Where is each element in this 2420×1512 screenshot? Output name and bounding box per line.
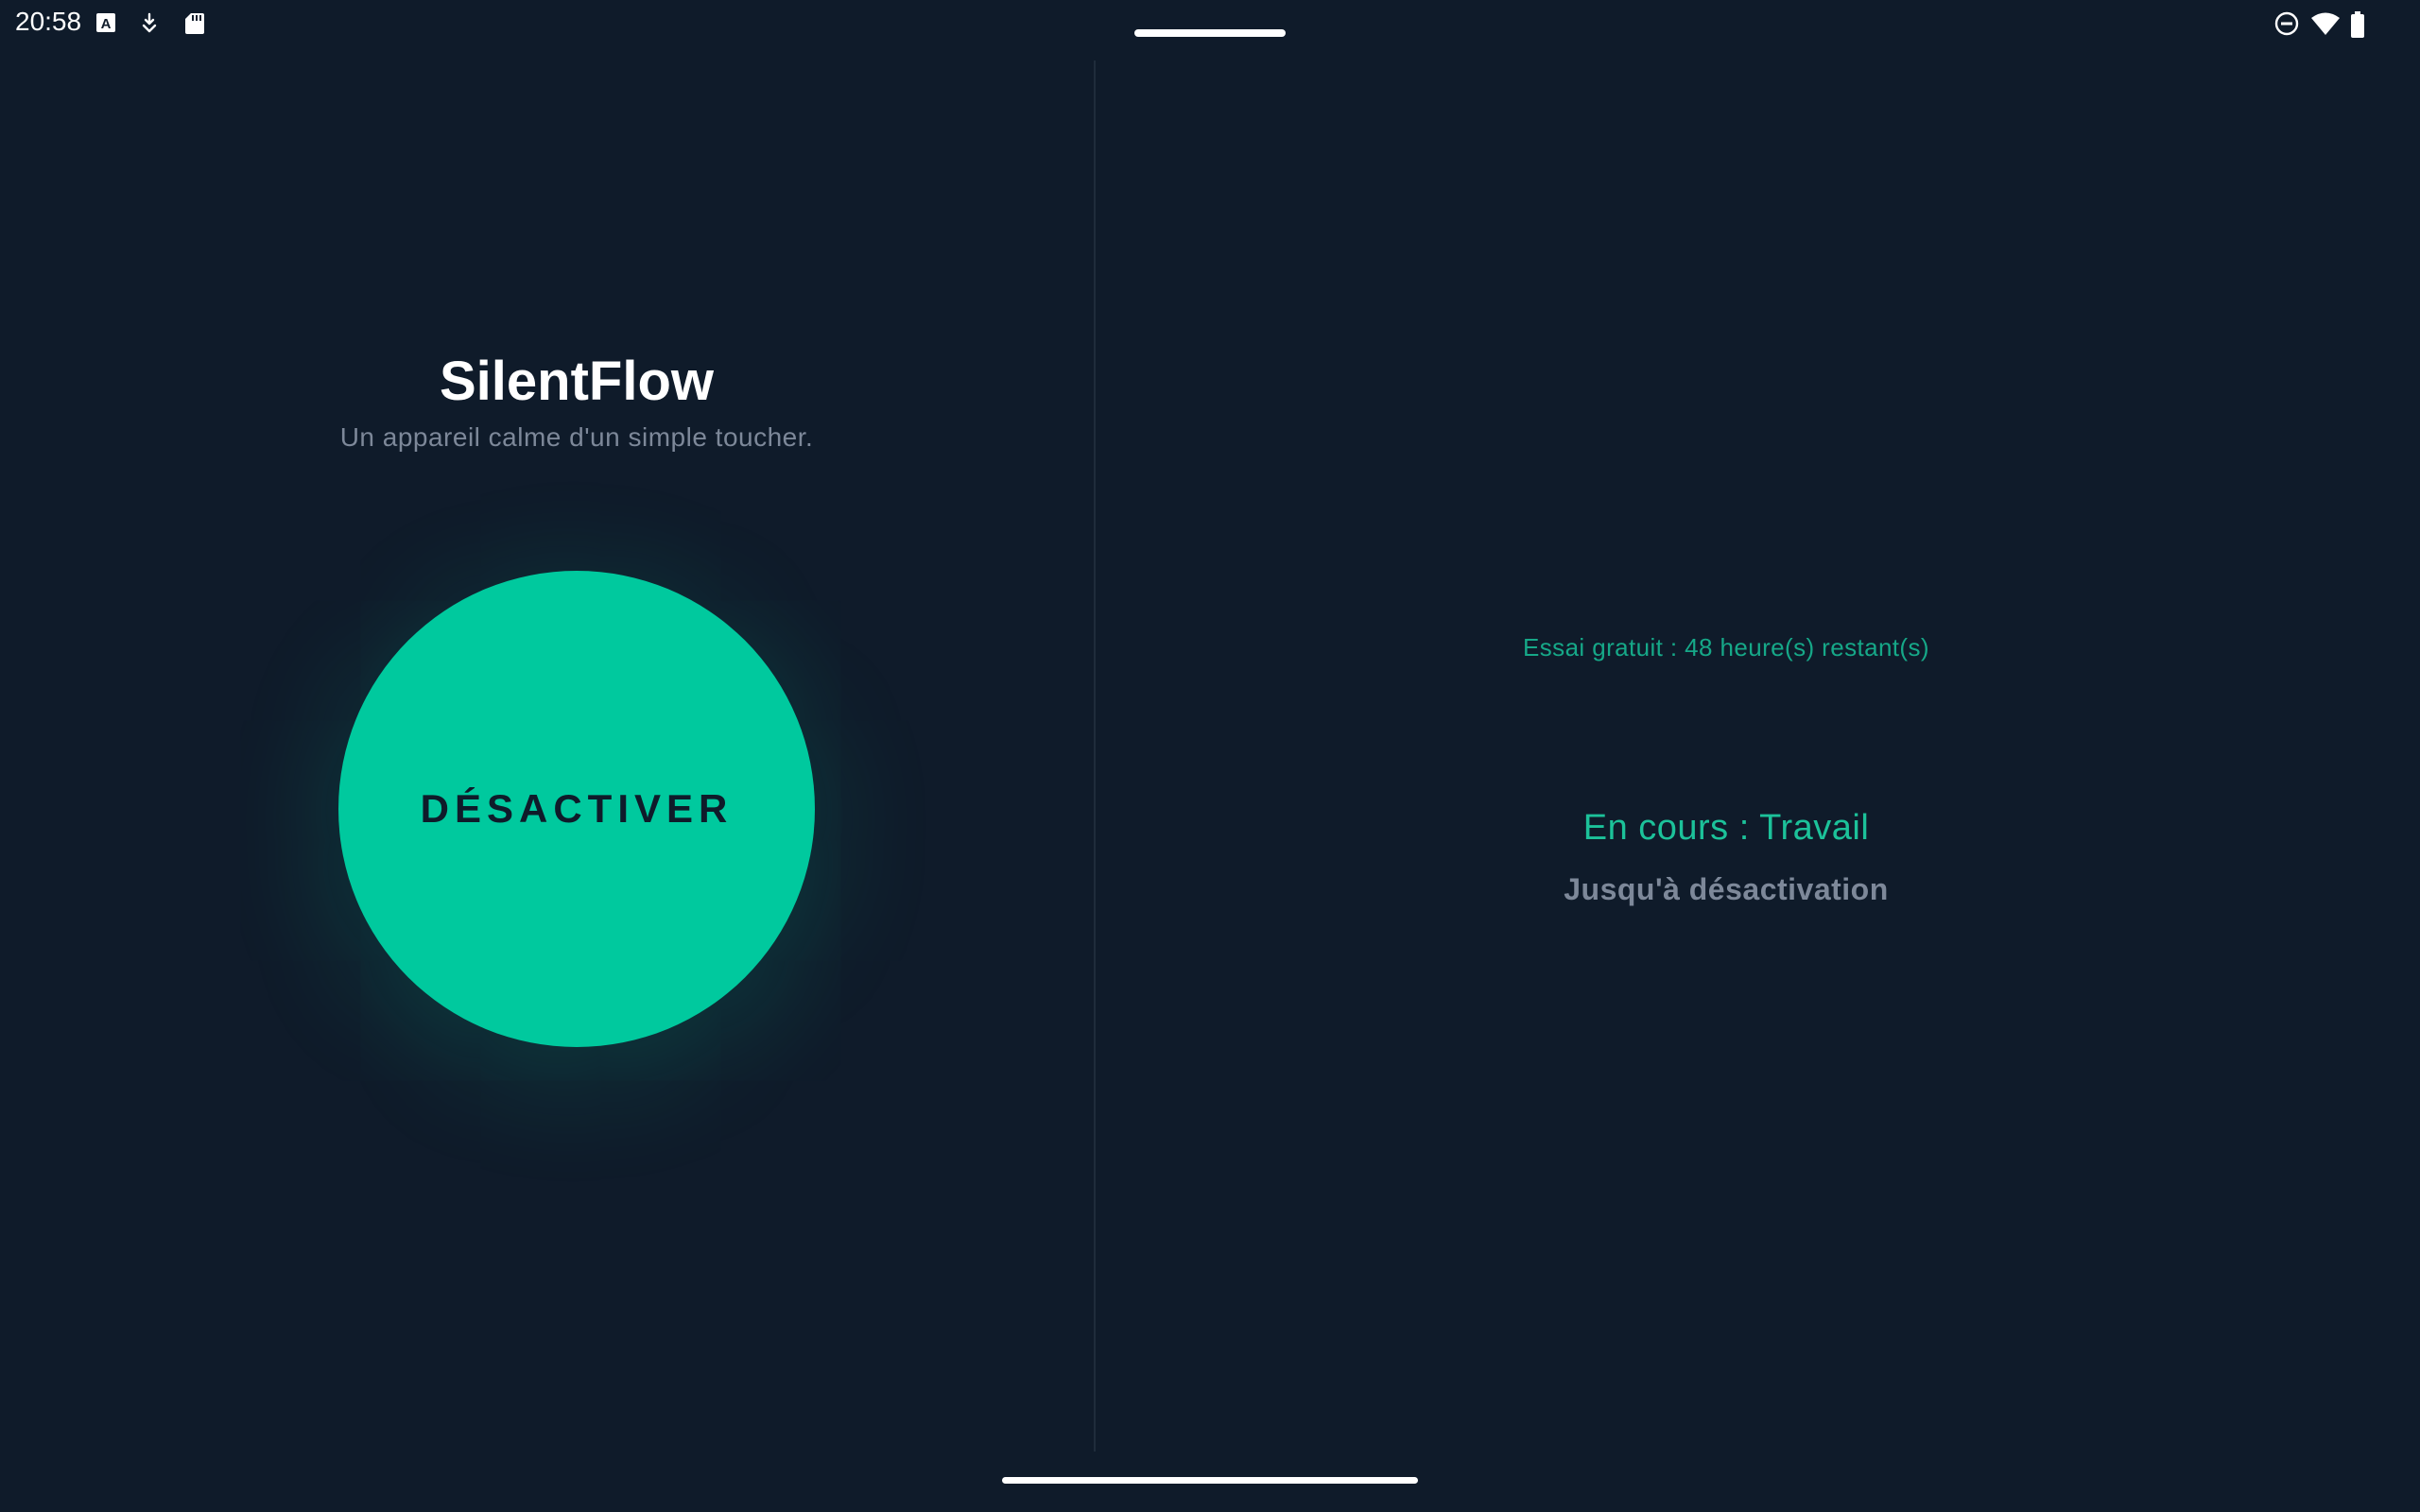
home-gesture-handle[interactable] [1002, 1477, 1418, 1484]
mode-duration-text: Jusqu'à désactivation [1564, 872, 1889, 906]
current-mode-status: En cours : Travail [1582, 808, 1870, 848]
trial-remaining-text: Essai gratuit : 48 heure(s) restant(s) [1523, 633, 1929, 662]
toggle-button-label: DÉSACTIVER [420, 786, 734, 831]
app-subtitle: Un appareil calme d'un simple toucher. [339, 422, 814, 452]
status-bar: 20:58 A [0, 0, 2420, 45]
battery-icon [2350, 11, 2365, 43]
download-icon [138, 11, 161, 39]
app-title: SilentFlow [440, 351, 714, 412]
keyboard-a-icon: A [95, 11, 117, 39]
svg-text:A: A [101, 16, 112, 32]
pane-divider [1094, 60, 1096, 1452]
deactivate-toggle-button[interactable]: DÉSACTIVER [338, 571, 815, 1047]
sd-card-icon [183, 11, 206, 41]
top-drag-handle[interactable] [1134, 29, 1286, 37]
do-not-disturb-icon [2274, 11, 2299, 41]
status-time: 20:58 [15, 7, 82, 36]
screen: 20:58 A SilentFlow Un appareil calme d'u… [0, 0, 2420, 1512]
wifi-icon [2310, 11, 2341, 41]
